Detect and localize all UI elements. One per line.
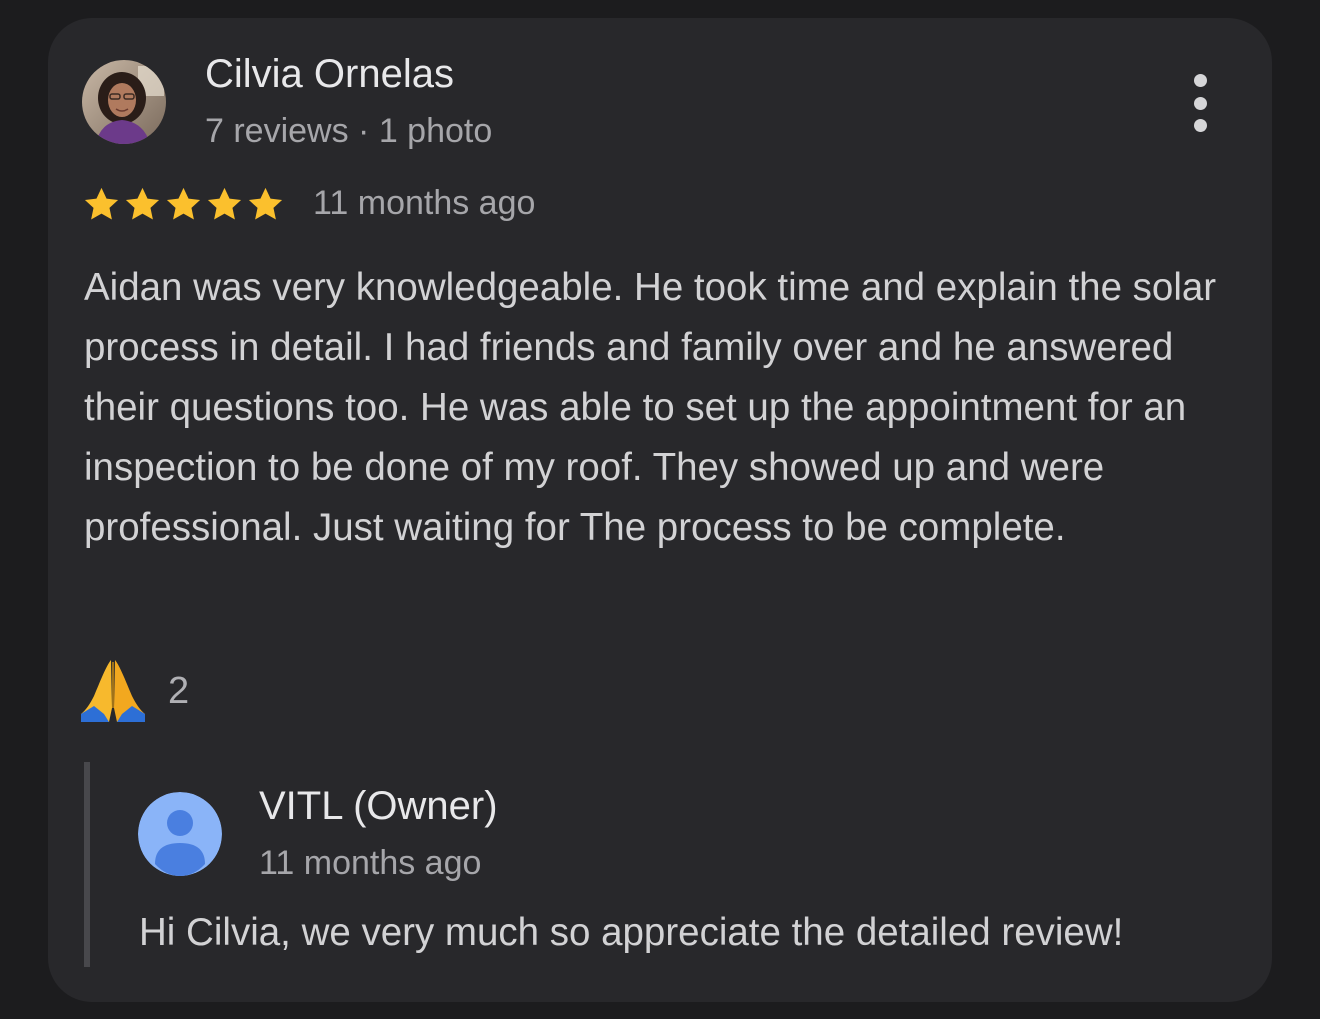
more-options-button[interactable] [1180,74,1220,132]
reviewer-name[interactable]: Cilvia Ornelas [205,52,454,97]
star-icon [166,187,201,220]
more-vertical-icon-dot [1193,119,1207,132]
folded-hands-icon [81,660,145,722]
reviewer-photo [82,60,166,144]
owner-reply-divider [84,762,90,967]
default-person-avatar-icon [138,792,222,876]
more-vertical-icon-dot [1193,96,1207,110]
reviewer-meta: 7 reviews · 1 photo [205,112,493,150]
reaction-button[interactable]: 2 [78,655,189,727]
review-time: 11 months ago [313,184,536,222]
star-icon [248,187,283,220]
owner-response-time: 11 months ago [259,844,482,882]
reviewer-avatar[interactable] [82,60,166,144]
owner-avatar [138,792,222,876]
review-text: Aidan was very knowledgeable. He took ti… [84,266,1217,549]
star-icon [207,187,242,220]
star-rating [82,185,285,225]
more-vertical-icon-dot [1193,74,1207,87]
owner-name: VITL (Owner) [259,784,498,828]
star-icon [84,187,119,220]
owner-response-text: Hi Cilvia, we very much so appreciate th… [139,911,1124,954]
reaction-count: 2 [168,669,190,712]
star-icon [125,187,160,220]
